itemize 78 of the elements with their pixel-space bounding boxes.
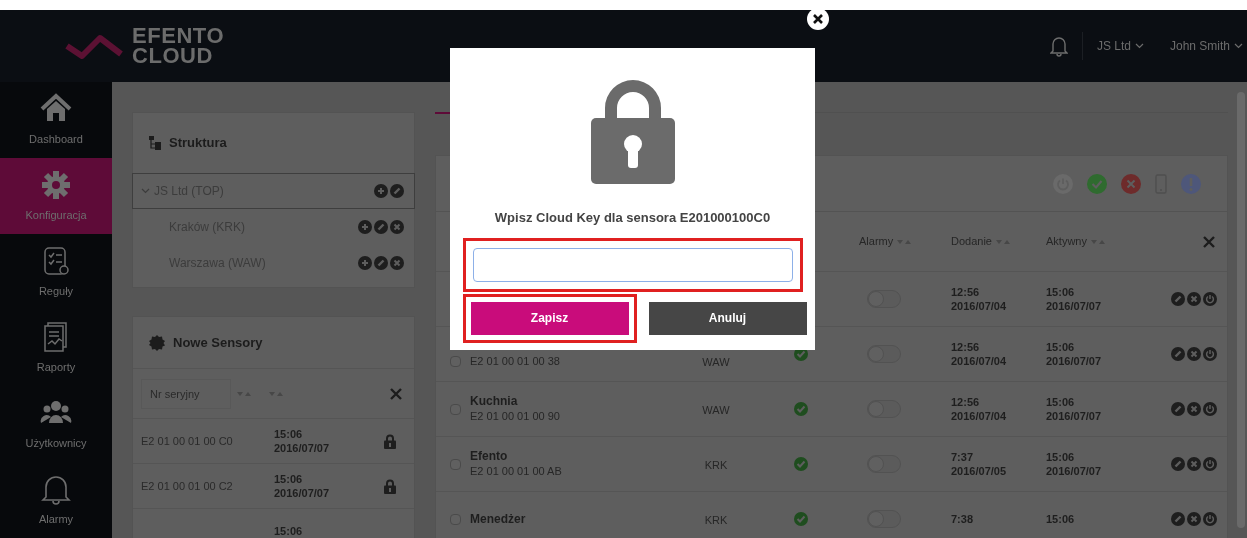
lock-icon[interactable] — [384, 478, 396, 494]
delete-icon[interactable] — [390, 256, 404, 270]
time-text: 15:06 — [1046, 395, 1076, 409]
company-menu[interactable]: JS Ltd — [1096, 37, 1144, 55]
gear-icon — [40, 168, 72, 201]
time-text: 15:06 — [1046, 285, 1076, 299]
location-code: WAW — [702, 404, 730, 416]
edit-icon[interactable] — [1171, 457, 1185, 471]
logo-text: CLOUD — [132, 46, 214, 66]
edit-icon[interactable] — [1171, 402, 1185, 416]
delete-icon[interactable] — [1187, 512, 1201, 526]
add-icon[interactable] — [374, 184, 388, 198]
column-header[interactable]: Dodanie — [946, 233, 1041, 250]
date-text: 2016/07/04 — [951, 354, 1008, 368]
time-text: 7:38 — [951, 512, 975, 526]
close-icon[interactable] — [807, 8, 829, 30]
delete-icon[interactable] — [1187, 347, 1201, 361]
user-menu[interactable]: John Smith — [1169, 37, 1243, 55]
sensor-name: Menedżer — [470, 511, 527, 527]
sensor-name: Efento — [470, 449, 509, 464]
edit-icon[interactable] — [1171, 292, 1185, 306]
delete-icon[interactable] — [390, 220, 404, 234]
edit-icon[interactable] — [1171, 347, 1185, 361]
edit-icon[interactable] — [374, 220, 388, 234]
date-text: 2016/07/07 — [1046, 464, 1103, 478]
date-text: 2016/07/07 — [1046, 299, 1103, 313]
chevron-down-icon — [1134, 43, 1144, 49]
panel-title: Nowe Sensory — [173, 333, 263, 352]
check-icon[interactable] — [1087, 173, 1107, 194]
time-text: 7:37 — [951, 450, 975, 464]
time-text: 15:06 — [1046, 450, 1076, 464]
date-text: 2016/07/07 — [1046, 354, 1103, 368]
cancel-button[interactable]: Anuluj — [648, 301, 807, 335]
dialog-title: Wpisz Cloud Key dla sensora E201000100C0 — [494, 209, 771, 227]
location-code: KRK — [704, 459, 728, 471]
time-text: 15:06 — [274, 472, 304, 486]
date-text: 2016/07/04 — [951, 299, 1008, 313]
edit-icon[interactable] — [1171, 512, 1185, 526]
badge-icon — [149, 334, 165, 351]
time-text: 15:06 — [1046, 340, 1076, 354]
time-text: 12:56 — [951, 340, 981, 354]
column-header[interactable]: Aktywny — [1041, 233, 1136, 250]
chevron-down-icon — [1234, 43, 1243, 49]
power-icon[interactable] — [1203, 512, 1217, 526]
lock-icon[interactable] — [384, 433, 396, 449]
power-icon[interactable] — [1203, 292, 1217, 306]
delete-icon[interactable] — [1187, 402, 1201, 416]
power-icon[interactable] — [1203, 457, 1217, 471]
delete-icon[interactable] — [1187, 457, 1201, 471]
time-text: 15:06 — [274, 427, 304, 441]
logo-text: EFENTO — [132, 26, 225, 46]
date-text: 2016/07/07 — [274, 486, 331, 500]
delete-icon[interactable] — [1187, 292, 1201, 306]
add-icon[interactable] — [358, 220, 372, 234]
sidebar-item[interactable]: Konfiguracja — [0, 158, 112, 234]
time-text: 12:56 — [951, 395, 981, 409]
panel-title: Struktura — [169, 134, 227, 153]
time-text: 15:06 — [1046, 512, 1076, 526]
location-code: KRK — [704, 514, 728, 526]
date-text: 2016/07/07 — [274, 441, 331, 455]
date-text: 2016/07/05 — [951, 464, 1008, 478]
sensor-name: Kuchnia — [470, 394, 519, 409]
logo-zigzag-icon — [64, 32, 124, 60]
date-text: 2016/07/04 — [951, 409, 1008, 423]
power-icon[interactable] — [1203, 347, 1217, 361]
edit-icon[interactable] — [374, 256, 388, 270]
cloud-key-field[interactable] — [472, 247, 793, 282]
power-icon[interactable] — [1203, 402, 1217, 416]
column-header[interactable]: Alarmy — [851, 233, 946, 250]
time-text: 15:06 — [274, 524, 304, 538]
add-icon[interactable] — [358, 256, 372, 270]
save-button[interactable]: Zapisz — [470, 301, 629, 335]
date-text: 2016/07/07 — [1046, 409, 1103, 423]
edit-icon[interactable] — [390, 184, 404, 198]
tree-icon — [149, 136, 161, 150]
time-text: 12:56 — [951, 285, 981, 299]
location-code: WAW — [702, 356, 730, 368]
bell-icon[interactable] — [1049, 35, 1068, 57]
